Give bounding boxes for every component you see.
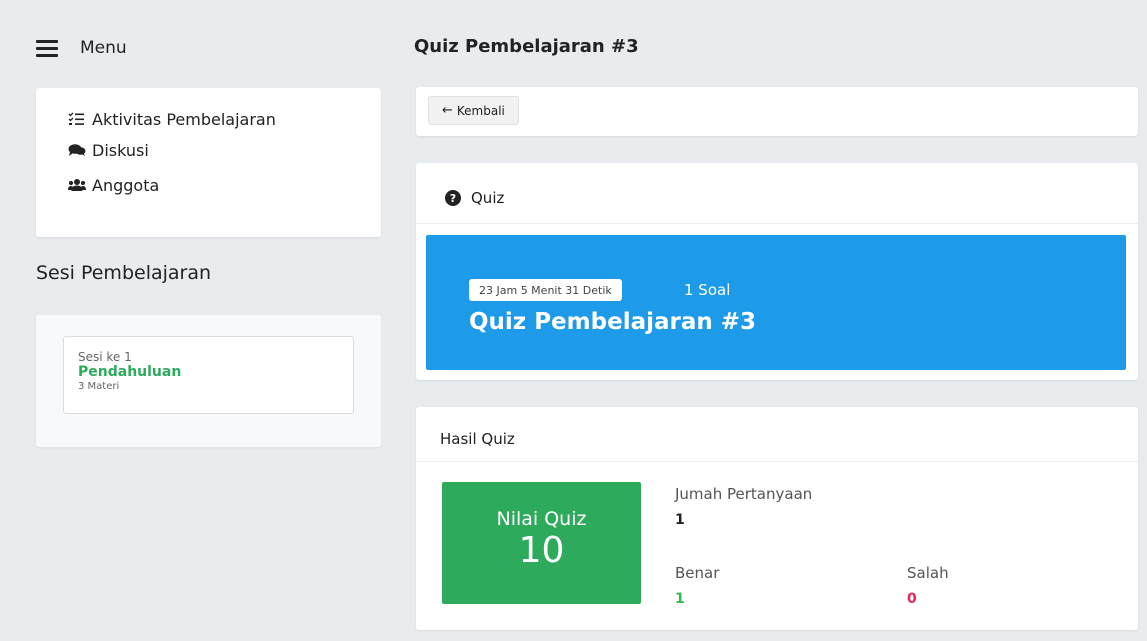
quiz-title: Quiz Pembelajaran #3 [469,309,757,335]
benar-value: 1 [675,591,685,607]
list-check-icon [68,112,92,126]
arrow-left-icon: ← [442,103,453,118]
quiz-banner[interactable]: 23 Jam 5 Menit 31 Detik 1 Soal Quiz Pemb… [426,235,1126,370]
nilai-value: 10 [518,530,565,571]
nilai-box: Nilai Quiz 10 [442,482,641,604]
jumlah-pertanyaan-label: Jumah Pertanyaan [675,485,813,503]
hasil-card: Hasil Quiz Nilai Quiz 10 Jumah Pertanyaa… [416,407,1138,630]
benar-label: Benar [675,564,720,582]
quiz-header: ? Quiz [445,189,504,207]
sidebar-nav: Aktivitas Pembelajaran Diskusi Anggota [36,88,381,237]
salah-value: 0 [907,591,917,607]
sesi-materi-count: 3 Materi [78,381,120,392]
menu-header: Menu [36,34,127,62]
sidebar-item-aktivitas[interactable]: Aktivitas Pembelajaran [36,106,381,132]
soal-count: 1 Soal [684,281,731,299]
menu-label: Menu [80,38,127,58]
back-card: ← Kembali [416,87,1138,136]
sidebar-item-diskusi[interactable]: Diskusi [36,137,381,163]
hamburger-menu-icon[interactable] [36,39,58,57]
sesi-name: Pendahuluan [78,364,182,380]
divider [416,223,1138,224]
jumlah-pertanyaan-value: 1 [675,512,685,528]
nilai-label: Nilai Quiz [496,508,587,530]
hasil-title: Hasil Quiz [440,430,515,448]
sidebar-item-anggota[interactable]: Anggota [36,172,381,198]
timer-badge: 23 Jam 5 Menit 31 Detik [469,279,622,301]
comments-icon [68,143,92,157]
sesi-section-title: Sesi Pembelajaran [36,262,212,284]
sidebar-item-label: Aktivitas Pembelajaran [92,109,276,129]
sesi-number: Sesi ke 1 [78,350,132,364]
quiz-card: ? Quiz 23 Jam 5 Menit 31 Detik 1 Soal Qu… [416,163,1138,380]
back-button[interactable]: ← Kembali [428,96,519,125]
sidebar-item-label: Diskusi [92,140,149,160]
page-title: Quiz Pembelajaran #3 [414,36,639,57]
salah-label: Salah [907,564,949,582]
back-button-label: Kembali [456,103,505,118]
quiz-section-label: Quiz [471,189,505,207]
question-circle-icon: ? [445,190,461,206]
sidebar-item-label: Anggota [92,175,160,195]
sesi-card[interactable]: Sesi ke 1 Pendahuluan 3 Materi [63,336,354,414]
users-icon [68,178,92,192]
sesi-panel: Sesi ke 1 Pendahuluan 3 Materi [36,315,381,447]
divider [416,461,1138,462]
